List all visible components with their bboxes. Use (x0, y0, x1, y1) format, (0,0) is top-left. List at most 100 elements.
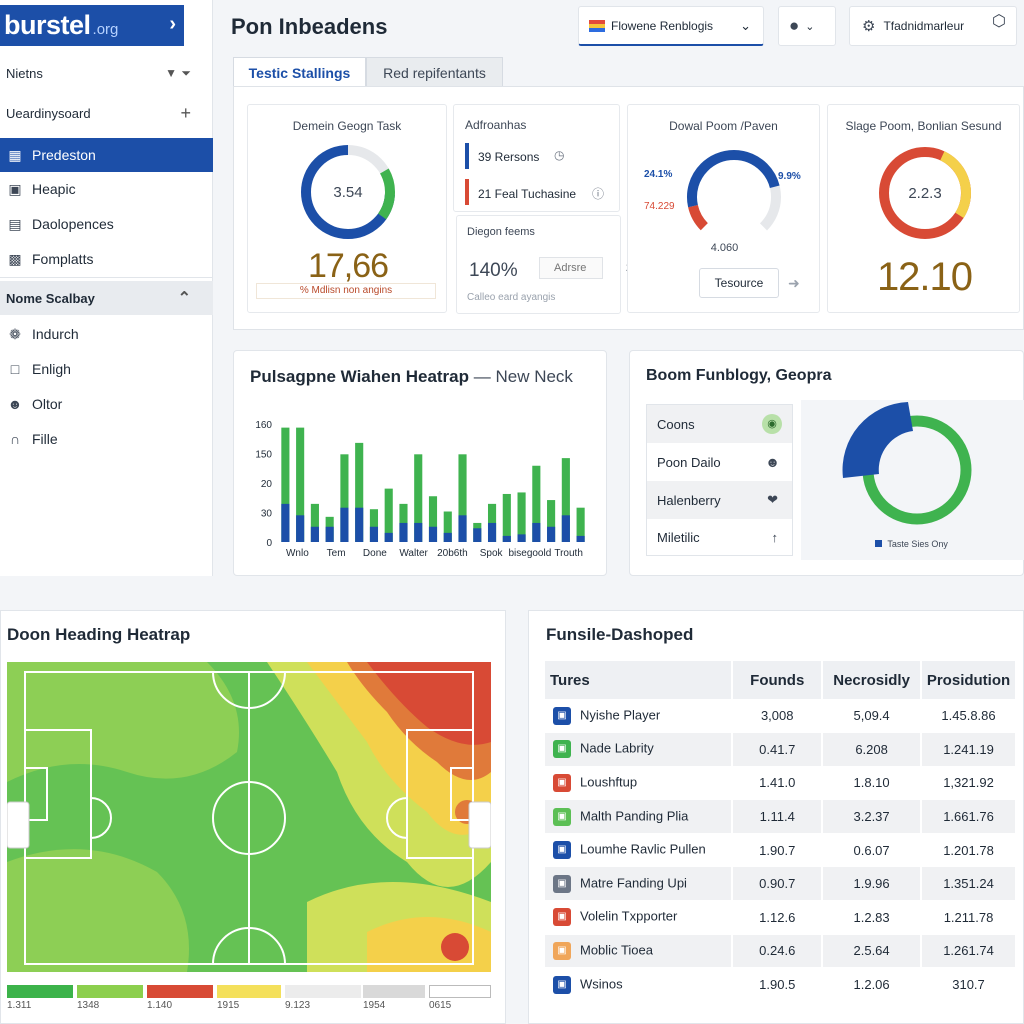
chevron-up-icon[interactable]: ⌃ (178, 288, 191, 308)
gauge-card: Dowal Poom /Paven 24.1% 9.9% 74.229 4.06… (627, 104, 820, 313)
template-icon: ▩ (8, 250, 22, 267)
filter-icon[interactable]: ⏷ (181, 66, 191, 81)
bar-primary[interactable] (340, 507, 349, 542)
legend-swatch (285, 985, 361, 998)
bar-primary[interactable] (414, 522, 423, 542)
arrow-right-icon[interactable]: ➜ (788, 275, 800, 292)
row-name: Matre Fanding Upi (580, 875, 687, 891)
ring-legend-label: Taste Sies Ony (887, 539, 948, 549)
bar-primary[interactable] (487, 522, 497, 542)
bar-primary[interactable] (532, 522, 541, 542)
bar-primary[interactable] (369, 526, 379, 542)
bar-primary[interactable] (576, 535, 585, 542)
row-name: Loushftup (580, 774, 638, 790)
bar-primary[interactable] (502, 535, 511, 542)
table-row[interactable]: ▣ Matre Fanding Upi 0.90.7 1.9.96 1.351.24 (545, 866, 1017, 902)
list-item[interactable]: Coons ◉ (647, 405, 792, 443)
column-header[interactable]: Necrosidly (822, 661, 923, 699)
bar-primary[interactable] (281, 503, 290, 542)
tab-label: Testic Stallings (248, 64, 351, 81)
list-item[interactable]: Poon Dailo ☻ (647, 443, 792, 481)
card-title: Dowal Poom /Paven (669, 119, 778, 133)
table-cell-value: 1.8.10 (822, 766, 923, 801)
bar-primary[interactable] (547, 526, 556, 542)
sidebar-item-fomplatts[interactable]: ▩ Fomplatts (0, 242, 213, 276)
account-menu[interactable]: ⚙ Tfadnidmarleur ⬡ (849, 6, 1017, 46)
table-row[interactable]: ▣ Loumhe Ravlic Pullen 1.90.7 0.6.07 1.201.7… (545, 833, 1017, 868)
table-row[interactable]: ▣ Nade Labrity 0.41.7 6.208 1.241.19 (545, 732, 1017, 767)
bar-secondary[interactable] (502, 493, 511, 542)
bar-primary[interactable] (473, 528, 482, 542)
resource-button-label: Tesource (714, 276, 764, 290)
table-cell-value: 0.41.7 (732, 732, 824, 767)
legend-label: 1.140 (147, 1000, 173, 1011)
region-dropdown[interactable]: Flowene Renblogis ⌄ (578, 6, 764, 46)
list-item[interactable]: Halenberry ❤ (647, 481, 792, 519)
donut-area: Taste Sies Ony (801, 400, 1024, 560)
y-tick-label: 30 (261, 509, 273, 520)
donut-center-value: 2.2.3 (908, 185, 941, 202)
sidebar-item-daolopences[interactable]: ▤ Daolopences (0, 207, 213, 241)
sidebar-item-oltor[interactable]: ☻ Oltor (0, 387, 213, 421)
bar-chart-title: Pulsagpne Wiahen Heatrap (250, 367, 470, 386)
column-header[interactable]: Tures (545, 661, 734, 699)
row-type-icon: ▣ (553, 908, 571, 927)
panel-title: Doon Heading Heatrap (7, 625, 191, 644)
add-icon[interactable]: + (180, 103, 191, 124)
heatmap-panel: Doon Heading Heatrap 1.311 1348 1.140 1915 9 (0, 610, 506, 1024)
gauge-left-label-2: 74.229 (644, 201, 675, 212)
table-row[interactable]: ▣ Loushftup 1.41.0 1.8.10 1,321.92 (545, 766, 1017, 801)
bar-primary[interactable] (458, 515, 467, 542)
region-dropdown-value: Flowene Renblogis (611, 18, 714, 33)
sort-down-icon[interactable]: ▼ (165, 66, 177, 80)
table-row[interactable]: ▣ Moblic Tioea 0.24.6 2.5.64 1.261.74 (545, 934, 1017, 969)
sidebar-section[interactable]: Nome Scalbay ⌃ (0, 281, 213, 315)
table-row[interactable]: ▣ Volelin Txpporter 1.12.6 1.2.83 1.211.78 (545, 900, 1017, 935)
bar-primary[interactable] (517, 534, 526, 542)
stat-bar-red (465, 179, 469, 205)
stat-bar-blue (465, 143, 469, 169)
user-menu[interactable]: ● ⌄ (778, 6, 836, 46)
donut-center-value: 3.54 (333, 184, 362, 201)
sidebar: burstel .org › Nietns ▼ ⏷ Ueardinysoard … (0, 0, 213, 576)
x-tick-label: 20b6th (437, 548, 468, 559)
bar-primary[interactable] (384, 532, 393, 542)
stats-input[interactable] (539, 257, 603, 279)
bar-primary[interactable] (561, 515, 570, 542)
bar-primary[interactable] (443, 532, 452, 542)
sidebar-item-indurch[interactable]: ❁ Indurch (0, 317, 213, 351)
legend-swatch (429, 985, 491, 998)
chevron-right-icon[interactable]: › (169, 13, 176, 36)
bar-primary[interactable] (296, 515, 305, 542)
table-row[interactable]: ▣ Malth Panding Plia 1.11.4 3.2.37 1.661.76 (545, 799, 1017, 834)
table-row[interactable]: ▣ Nyishe Player 3,008 5,09.4 1.45.8.86 (545, 699, 1017, 734)
sidebar-item-predeston[interactable]: ▦ Predeston (0, 138, 213, 172)
sidebar-item-heapic[interactable]: ▣ Heapic (0, 172, 213, 206)
bar-primary[interactable] (355, 507, 364, 542)
sidebar-item-label: Enligh (32, 361, 71, 377)
column-header[interactable]: Founds (732, 661, 824, 699)
sidebar-section-label: Nome Scalbay (6, 290, 95, 306)
donut-note: % Mdlisn non angins (256, 283, 436, 299)
row-type-icon: ▣ (553, 807, 571, 826)
tab-red-repifentants[interactable]: Red repifentants (366, 57, 503, 87)
bar-primary[interactable] (428, 526, 438, 542)
sidebar-item-label: Fille (32, 431, 58, 447)
table-row[interactable]: ▣ Wsinos 1.90.5 1.2.06 310.7 (545, 967, 1017, 1002)
column-header[interactable]: Prosidution (921, 661, 1017, 699)
list-item[interactable]: Miletilic ↑ (647, 519, 792, 556)
bar-primary[interactable] (310, 526, 319, 542)
sidebar-group-label: Ueardinysoard (6, 105, 91, 121)
sidebar-item-label: Oltor (32, 396, 63, 412)
sidebar-item-fille[interactable]: ∩ Fille (0, 422, 213, 456)
logo[interactable]: burstel .org › (0, 5, 184, 46)
stats-title: Adfroanhas (465, 118, 527, 132)
sidebar-item-enligh[interactable]: □ Enligh (0, 352, 213, 386)
bar-primary[interactable] (325, 526, 334, 542)
bar-primary[interactable] (399, 522, 408, 542)
chevron-down-icon: ⌄ (805, 20, 815, 33)
row-type-icon: ▣ (553, 941, 571, 960)
tab-testic-stallings[interactable]: Testic Stallings (233, 57, 366, 87)
donut-chart: 3.54 (301, 145, 395, 239)
resource-button[interactable]: Tesource (699, 268, 779, 298)
